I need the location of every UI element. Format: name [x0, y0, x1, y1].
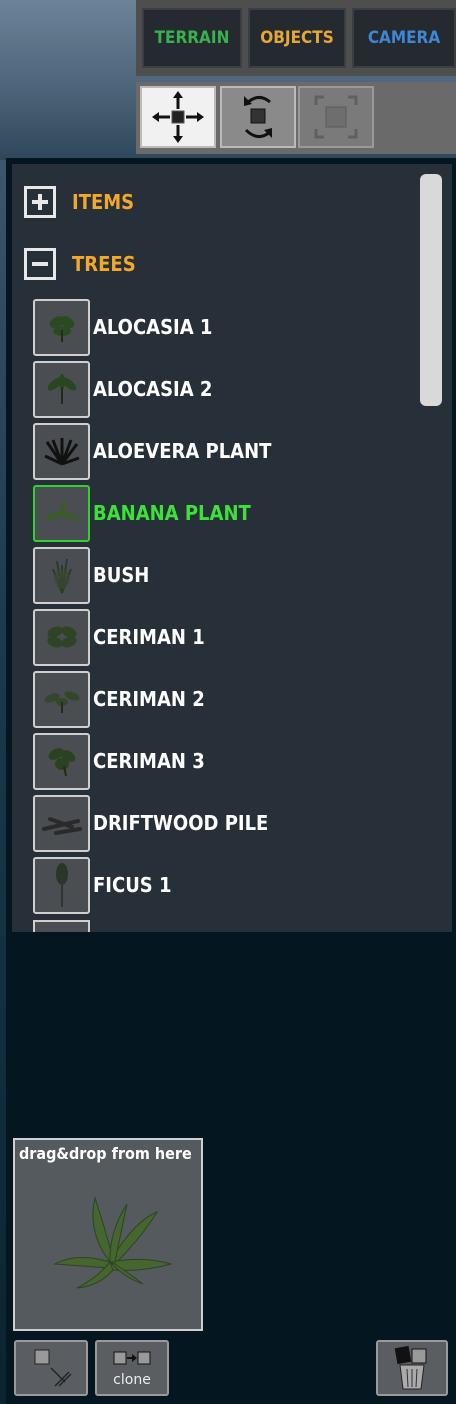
drop-to-ground-button[interactable]	[14, 1340, 88, 1396]
move-tool-button[interactable]	[140, 86, 216, 148]
drop-to-ground-icon	[34, 1349, 72, 1387]
group-items[interactable]: ITEMS	[24, 186, 134, 218]
item-label: CERIMAN 3	[93, 749, 205, 773]
tab-terrain[interactable]: TERRAIN	[142, 8, 242, 68]
item-label: CERIMAN 2	[93, 687, 205, 711]
item-label: ALOCASIA 1	[93, 315, 213, 339]
rotate-tool-button[interactable]	[220, 86, 296, 148]
minus-icon[interactable]	[24, 248, 56, 280]
item-label: DRIFTWOOD PILE	[93, 811, 269, 835]
item-label: ALOEVERA PLANT	[93, 439, 272, 463]
scale-tool-button[interactable]	[298, 86, 374, 148]
item-label: FICUS 1	[93, 873, 172, 897]
drag-drop-preview[interactable]: drag&drop from here	[13, 1138, 203, 1331]
list-item[interactable]: FICUS 1	[33, 856, 172, 914]
preview-caption: drag&drop from here	[19, 1144, 192, 1163]
plant-thumb-icon	[33, 732, 90, 790]
list-item-partial	[33, 920, 90, 932]
move-arrows-icon	[152, 91, 204, 143]
group-items-label: ITEMS	[72, 190, 135, 214]
plant-thumb-icon	[33, 608, 90, 666]
list-item[interactable]: CERIMAN 2	[33, 670, 205, 728]
list-item[interactable]: ALOCASIA 1	[33, 298, 212, 356]
item-label: BUSH	[93, 563, 150, 587]
list-scrollbar[interactable]	[420, 174, 442, 406]
banana-plant-preview-icon	[53, 1196, 173, 1289]
item-label: CERIMAN 1	[93, 625, 205, 649]
plant-thumb-icon	[33, 360, 90, 418]
list-item[interactable]: BANANA PLANT	[33, 484, 251, 542]
group-trees-label: TREES	[72, 252, 136, 276]
clone-button[interactable]: clone	[95, 1340, 169, 1396]
clone-icon	[113, 1351, 151, 1365]
rotate-icon	[244, 96, 272, 138]
delete-button[interactable]	[376, 1340, 448, 1396]
clone-label: clone	[113, 1372, 151, 1388]
plant-thumb-icon	[33, 546, 90, 604]
tab-objects[interactable]: OBJECTS	[248, 8, 346, 68]
tab-camera[interactable]: CAMERA	[352, 8, 456, 68]
item-label: ALOCASIA 2	[93, 377, 213, 401]
plant-thumb-icon	[33, 422, 90, 480]
list-item[interactable]: CERIMAN 1	[33, 608, 205, 666]
plant-thumb-icon	[33, 298, 90, 356]
list-item[interactable]: CERIMAN 3	[33, 732, 205, 790]
list-item[interactable]: ALOEVERA PLANT	[33, 422, 271, 480]
driftwood-thumb-icon	[33, 794, 90, 852]
trash-icon	[394, 1345, 427, 1390]
plus-icon[interactable]	[24, 186, 56, 218]
plant-thumb-icon	[33, 670, 90, 728]
item-label: BANANA PLANT	[93, 501, 251, 525]
plant-thumb-icon	[33, 484, 90, 542]
group-trees[interactable]: TREES	[24, 248, 136, 280]
scale-icon	[314, 95, 358, 139]
list-item[interactable]: BUSH	[33, 546, 149, 604]
list-item[interactable]: DRIFTWOOD PILE	[33, 794, 268, 852]
tree-thumb-icon	[33, 856, 90, 914]
list-item[interactable]: ALOCASIA 2	[33, 360, 212, 418]
